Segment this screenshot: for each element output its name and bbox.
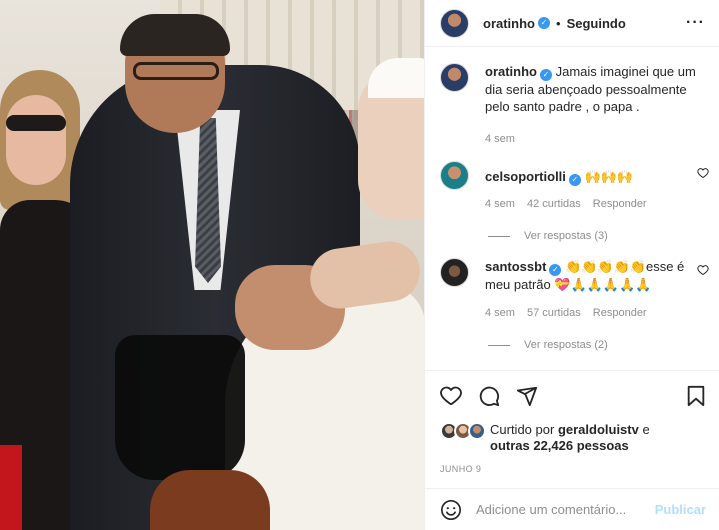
- add-comment-bar: Publicar: [425, 488, 719, 530]
- verified-icon: ✓: [540, 69, 552, 81]
- likes-summary: Curtido por geraldoluistv e outras 22,42…: [440, 422, 706, 454]
- comment-likes-count[interactable]: 57 curtidas: [527, 307, 581, 319]
- comment-username[interactable]: celsoportiolli: [485, 169, 566, 184]
- comment-likes-count[interactable]: 42 curtidas: [527, 198, 581, 210]
- photo-woman-face: [6, 95, 66, 185]
- caption-body: oratinho ✓ Jamais imaginei que um dia ser…: [485, 63, 701, 145]
- share-icon[interactable]: [516, 385, 538, 407]
- replies-line: [488, 235, 510, 237]
- replies-line: [488, 344, 510, 346]
- comment-like-heart-icon[interactable]: [697, 264, 709, 276]
- photo-foreground-shadow: [115, 335, 245, 480]
- comment-avatar[interactable]: [440, 258, 469, 287]
- follow-status-button[interactable]: Seguindo: [567, 16, 626, 31]
- bookmark-icon[interactable]: [686, 385, 706, 407]
- more-options-icon[interactable]: ···: [686, 14, 705, 32]
- likes-others[interactable]: outras 22,426 pessoas: [490, 438, 629, 453]
- reply-button[interactable]: Responder: [593, 198, 647, 210]
- comment-item: celsoportiolli ✓ 🙌🙌🙌 4 sem 42 curtidas Re…: [440, 161, 709, 210]
- comment-time[interactable]: 4 sem: [485, 307, 515, 319]
- comment-input[interactable]: [476, 502, 655, 517]
- liker-avatar: [468, 422, 486, 440]
- verified-icon: ✓: [538, 17, 550, 29]
- comment-meta: 4 sem 42 curtidas Responder: [485, 198, 701, 210]
- caption-meta: 4 sem: [485, 133, 701, 145]
- caption-text-block: oratinho ✓ Jamais imaginei que um dia ser…: [485, 63, 701, 115]
- caption-avatar[interactable]: [440, 63, 469, 92]
- liker-username[interactable]: geraldoluistv: [558, 422, 639, 437]
- likes-text: Curtido por geraldoluistv e outras 22,42…: [490, 422, 650, 454]
- likes-conjunction: e: [642, 422, 650, 437]
- verified-icon: ✓: [568, 174, 581, 186]
- view-replies-label: Ver respostas (3): [524, 230, 608, 242]
- author-avatar[interactable]: [440, 8, 469, 38]
- post-side-panel: oratinho ✓ • Seguindo ··· oratinho ✓ Jama…: [424, 0, 719, 530]
- caption-time[interactable]: 4 sem: [485, 133, 515, 145]
- comment-body: santossbt ✓ 👏👏👏👏👏esse é meu patrão 💝🙏🙏🙏🙏🙏…: [485, 258, 701, 319]
- reply-button[interactable]: Responder: [593, 307, 647, 319]
- verified-icon: ✓: [549, 264, 562, 276]
- post-header: oratinho ✓ • Seguindo ···: [425, 0, 719, 47]
- author-info: oratinho ✓ • Seguindo: [483, 16, 626, 31]
- action-icons: [440, 384, 706, 408]
- liker-avatars: [440, 422, 488, 440]
- comment-text: 🙌🙌🙌: [584, 169, 634, 184]
- comment-like-heart-icon[interactable]: [697, 167, 709, 179]
- heart-icon[interactable]: [440, 385, 462, 407]
- comment-avatar[interactable]: [440, 161, 469, 190]
- comment-text-block: santossbt ✓ 👏👏👏👏👏esse é meu patrão 💝🙏🙏🙏🙏🙏: [485, 258, 701, 293]
- photo-woman-sunglasses: [6, 115, 66, 131]
- post-photo[interactable]: [0, 0, 424, 530]
- caption-username[interactable]: oratinho: [485, 64, 537, 79]
- comment-time[interactable]: 4 sem: [485, 198, 515, 210]
- photo-chair: [150, 470, 270, 530]
- comment-item: santossbt ✓ 👏👏👏👏👏esse é meu patrão 💝🙏🙏🙏🙏🙏…: [440, 258, 709, 319]
- post-view: oratinho ✓ • Seguindo ··· oratinho ✓ Jama…: [0, 0, 719, 530]
- caption: oratinho ✓ Jamais imaginei que um dia ser…: [440, 63, 704, 145]
- photo-red-garment: [0, 445, 22, 530]
- view-replies-button[interactable]: Ver respostas (3): [488, 230, 704, 242]
- comment-body: celsoportiolli ✓ 🙌🙌🙌 4 sem 42 curtidas Re…: [485, 161, 701, 210]
- comment-icon[interactable]: [478, 385, 500, 407]
- view-replies-button[interactable]: Ver respostas (2): [488, 339, 704, 351]
- view-replies-label: Ver respostas (2): [524, 339, 608, 351]
- separator-dot: •: [556, 15, 561, 31]
- comment-username[interactable]: santossbt: [485, 259, 546, 274]
- emoji-icon[interactable]: [440, 499, 462, 521]
- author-username[interactable]: oratinho: [483, 16, 535, 31]
- post-date[interactable]: JUNHO 9: [440, 464, 706, 474]
- photo-man-hair: [120, 14, 230, 56]
- comment-meta: 4 sem 57 curtidas Responder: [485, 307, 701, 319]
- likes-prefix: Curtido por: [490, 422, 555, 437]
- photo-man-glasses: [133, 62, 219, 80]
- action-bar: Curtido por geraldoluistv e outras 22,42…: [425, 370, 719, 474]
- comments-list: oratinho ✓ Jamais imaginei que um dia ser…: [425, 47, 719, 370]
- publish-button[interactable]: Publicar: [655, 502, 706, 517]
- comment-text-block: celsoportiolli ✓ 🙌🙌🙌: [485, 168, 701, 186]
